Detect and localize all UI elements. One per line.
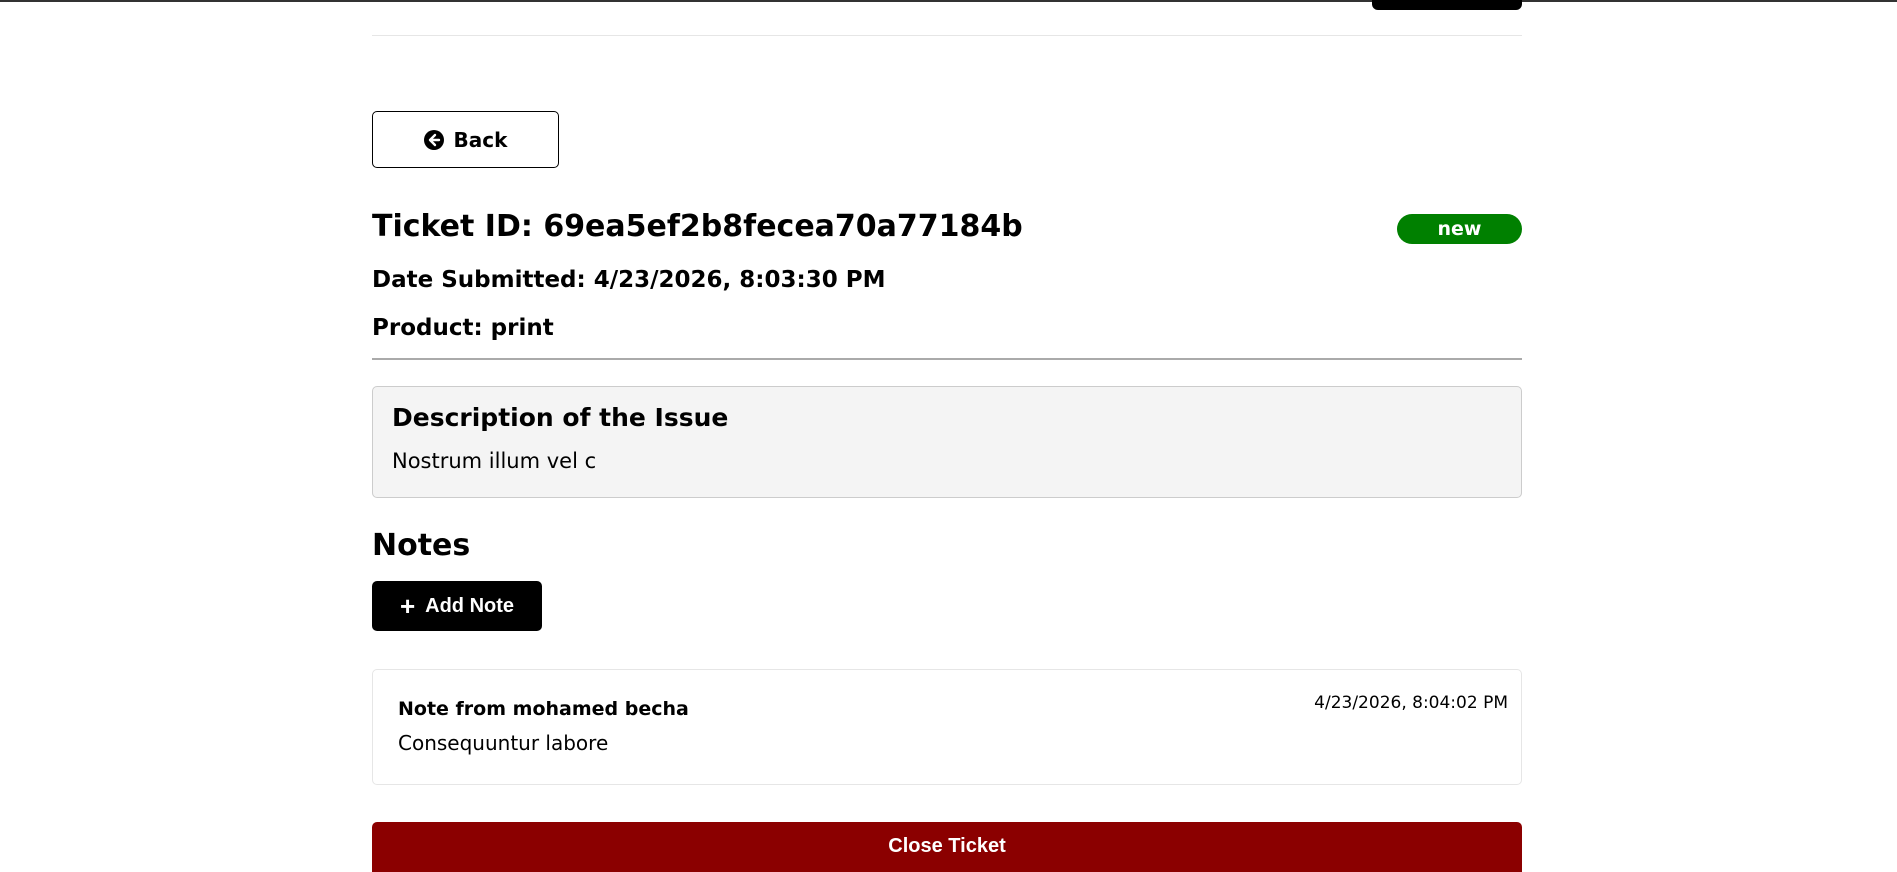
header-divider xyxy=(372,35,1522,36)
notes-heading: Notes xyxy=(372,528,471,563)
description-text: Nostrum illum vel c xyxy=(392,449,597,473)
back-button-label: Back xyxy=(453,127,508,152)
product: Product: print xyxy=(372,315,554,341)
section-divider xyxy=(372,358,1522,360)
header-button[interactable] xyxy=(1372,0,1522,10)
note-author: Note from mohamed becha xyxy=(398,698,689,720)
add-note-button[interactable]: + Add Note xyxy=(372,581,542,631)
status-badge: new xyxy=(1397,214,1522,244)
back-button[interactable]: Back xyxy=(372,111,559,168)
description-box: Description of the Issue Nostrum illum v… xyxy=(372,386,1522,498)
arrow-circle-left-icon xyxy=(423,129,444,150)
add-note-label: Add Note xyxy=(425,594,515,617)
description-heading: Description of the Issue xyxy=(392,403,729,432)
note-date: 4/23/2026, 8:04:02 PM xyxy=(1314,693,1508,713)
note-text: Consequuntur labore xyxy=(398,731,609,755)
note-card: Note from mohamed becha 4/23/2026, 8:04:… xyxy=(372,669,1522,785)
close-ticket-button[interactable]: Close Ticket xyxy=(372,822,1522,872)
ticket-title: Ticket ID: 69ea5ef2b8fecea70a77184b xyxy=(372,209,1023,244)
date-submitted: Date Submitted: 4/23/2026, 8:03:30 PM xyxy=(372,267,886,293)
top-border xyxy=(0,0,1897,2)
plus-icon: + xyxy=(399,591,416,621)
close-ticket-label: Close Ticket xyxy=(888,835,1006,857)
